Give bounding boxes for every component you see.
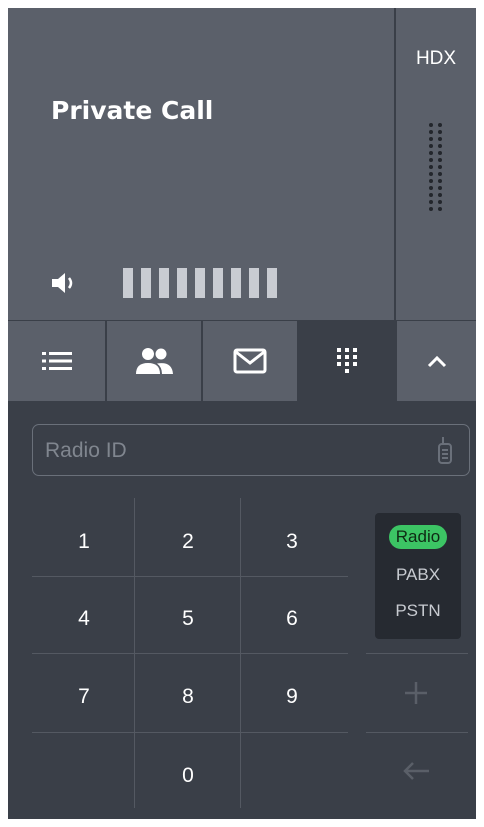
mode-pabx[interactable]: PABX <box>375 565 461 585</box>
tab-dialpad[interactable] <box>299 321 395 401</box>
backspace-arrow-icon[interactable] <box>401 760 431 782</box>
radio-id-input[interactable] <box>43 425 427 477</box>
contacts-icon <box>136 348 173 374</box>
tab-messages[interactable] <box>203 321 297 401</box>
dial-keypad: 1 2 3 4 5 6 7 8 9 0 <box>8 488 348 808</box>
call-window: Private Call HDX Radio ID 1 2 3 4 5 6 7 … <box>8 8 476 819</box>
mode-radio-label: Radio <box>388 525 448 549</box>
tab-list[interactable] <box>8 321 105 401</box>
key-2[interactable]: 2 <box>138 506 238 578</box>
message-icon <box>233 348 267 374</box>
grid-divider <box>366 732 468 733</box>
volume-bar <box>195 268 205 298</box>
chevron-up-icon <box>427 355 446 368</box>
key-0[interactable]: 0 <box>138 740 238 812</box>
volume-bar <box>231 268 241 298</box>
key-8[interactable]: 8 <box>138 661 238 733</box>
plus-icon[interactable] <box>403 680 429 706</box>
key-9[interactable]: 9 <box>242 661 342 733</box>
dialpad-icon <box>337 348 357 373</box>
key-7[interactable]: 7 <box>34 661 134 733</box>
call-title: Private Call <box>51 96 214 125</box>
radio-handset-icon[interactable] <box>435 435 455 465</box>
drag-handle-icon[interactable] <box>426 121 446 213</box>
radio-id-field[interactable] <box>32 424 470 477</box>
volume-bar <box>213 268 223 298</box>
volume-level-meter[interactable] <box>123 268 277 298</box>
tab-bar <box>8 321 476 401</box>
volume-bar <box>159 268 169 298</box>
key-6[interactable]: 6 <box>242 583 342 655</box>
call-mode-selector: Radio PABX PSTN <box>375 513 461 639</box>
key-1[interactable]: 1 <box>34 506 134 578</box>
key-5[interactable]: 5 <box>138 583 238 655</box>
hdx-side-panel: HDX <box>396 8 476 320</box>
mode-pstn[interactable]: PSTN <box>375 601 461 621</box>
volume-bar <box>177 268 187 298</box>
hdx-label: HDX <box>415 48 457 69</box>
speaker-icon[interactable] <box>50 271 78 295</box>
volume-bar <box>249 268 259 298</box>
mode-radio[interactable]: Radio <box>375 525 461 549</box>
collapse-button[interactable] <box>397 321 476 401</box>
volume-bar <box>123 268 133 298</box>
volume-bar <box>267 268 277 298</box>
list-icon <box>41 352 72 370</box>
call-status-panel: Private Call <box>8 8 394 320</box>
volume-bar <box>141 268 151 298</box>
grid-divider <box>366 653 468 654</box>
tab-contacts[interactable] <box>107 321 201 401</box>
key-4[interactable]: 4 <box>34 583 134 655</box>
key-3[interactable]: 3 <box>242 506 342 578</box>
